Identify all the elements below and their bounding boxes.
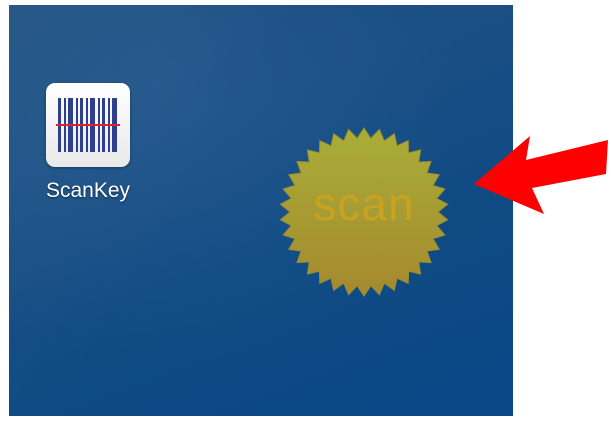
barcode-icon: [56, 98, 120, 152]
red-arrow-pointer-icon: [474, 136, 608, 214]
scan-label: scan: [313, 178, 415, 230]
app-icon-scankey[interactable]: ScanKey: [43, 83, 133, 203]
app-label-scankey: ScanKey: [45, 179, 131, 202]
screenshot-canvas: ScanKey scan: [0, 0, 611, 434]
scan-widget[interactable]: scan: [279, 127, 449, 297]
scankey-icon-tile: [46, 83, 130, 167]
home-screen: ScanKey scan: [9, 5, 513, 416]
